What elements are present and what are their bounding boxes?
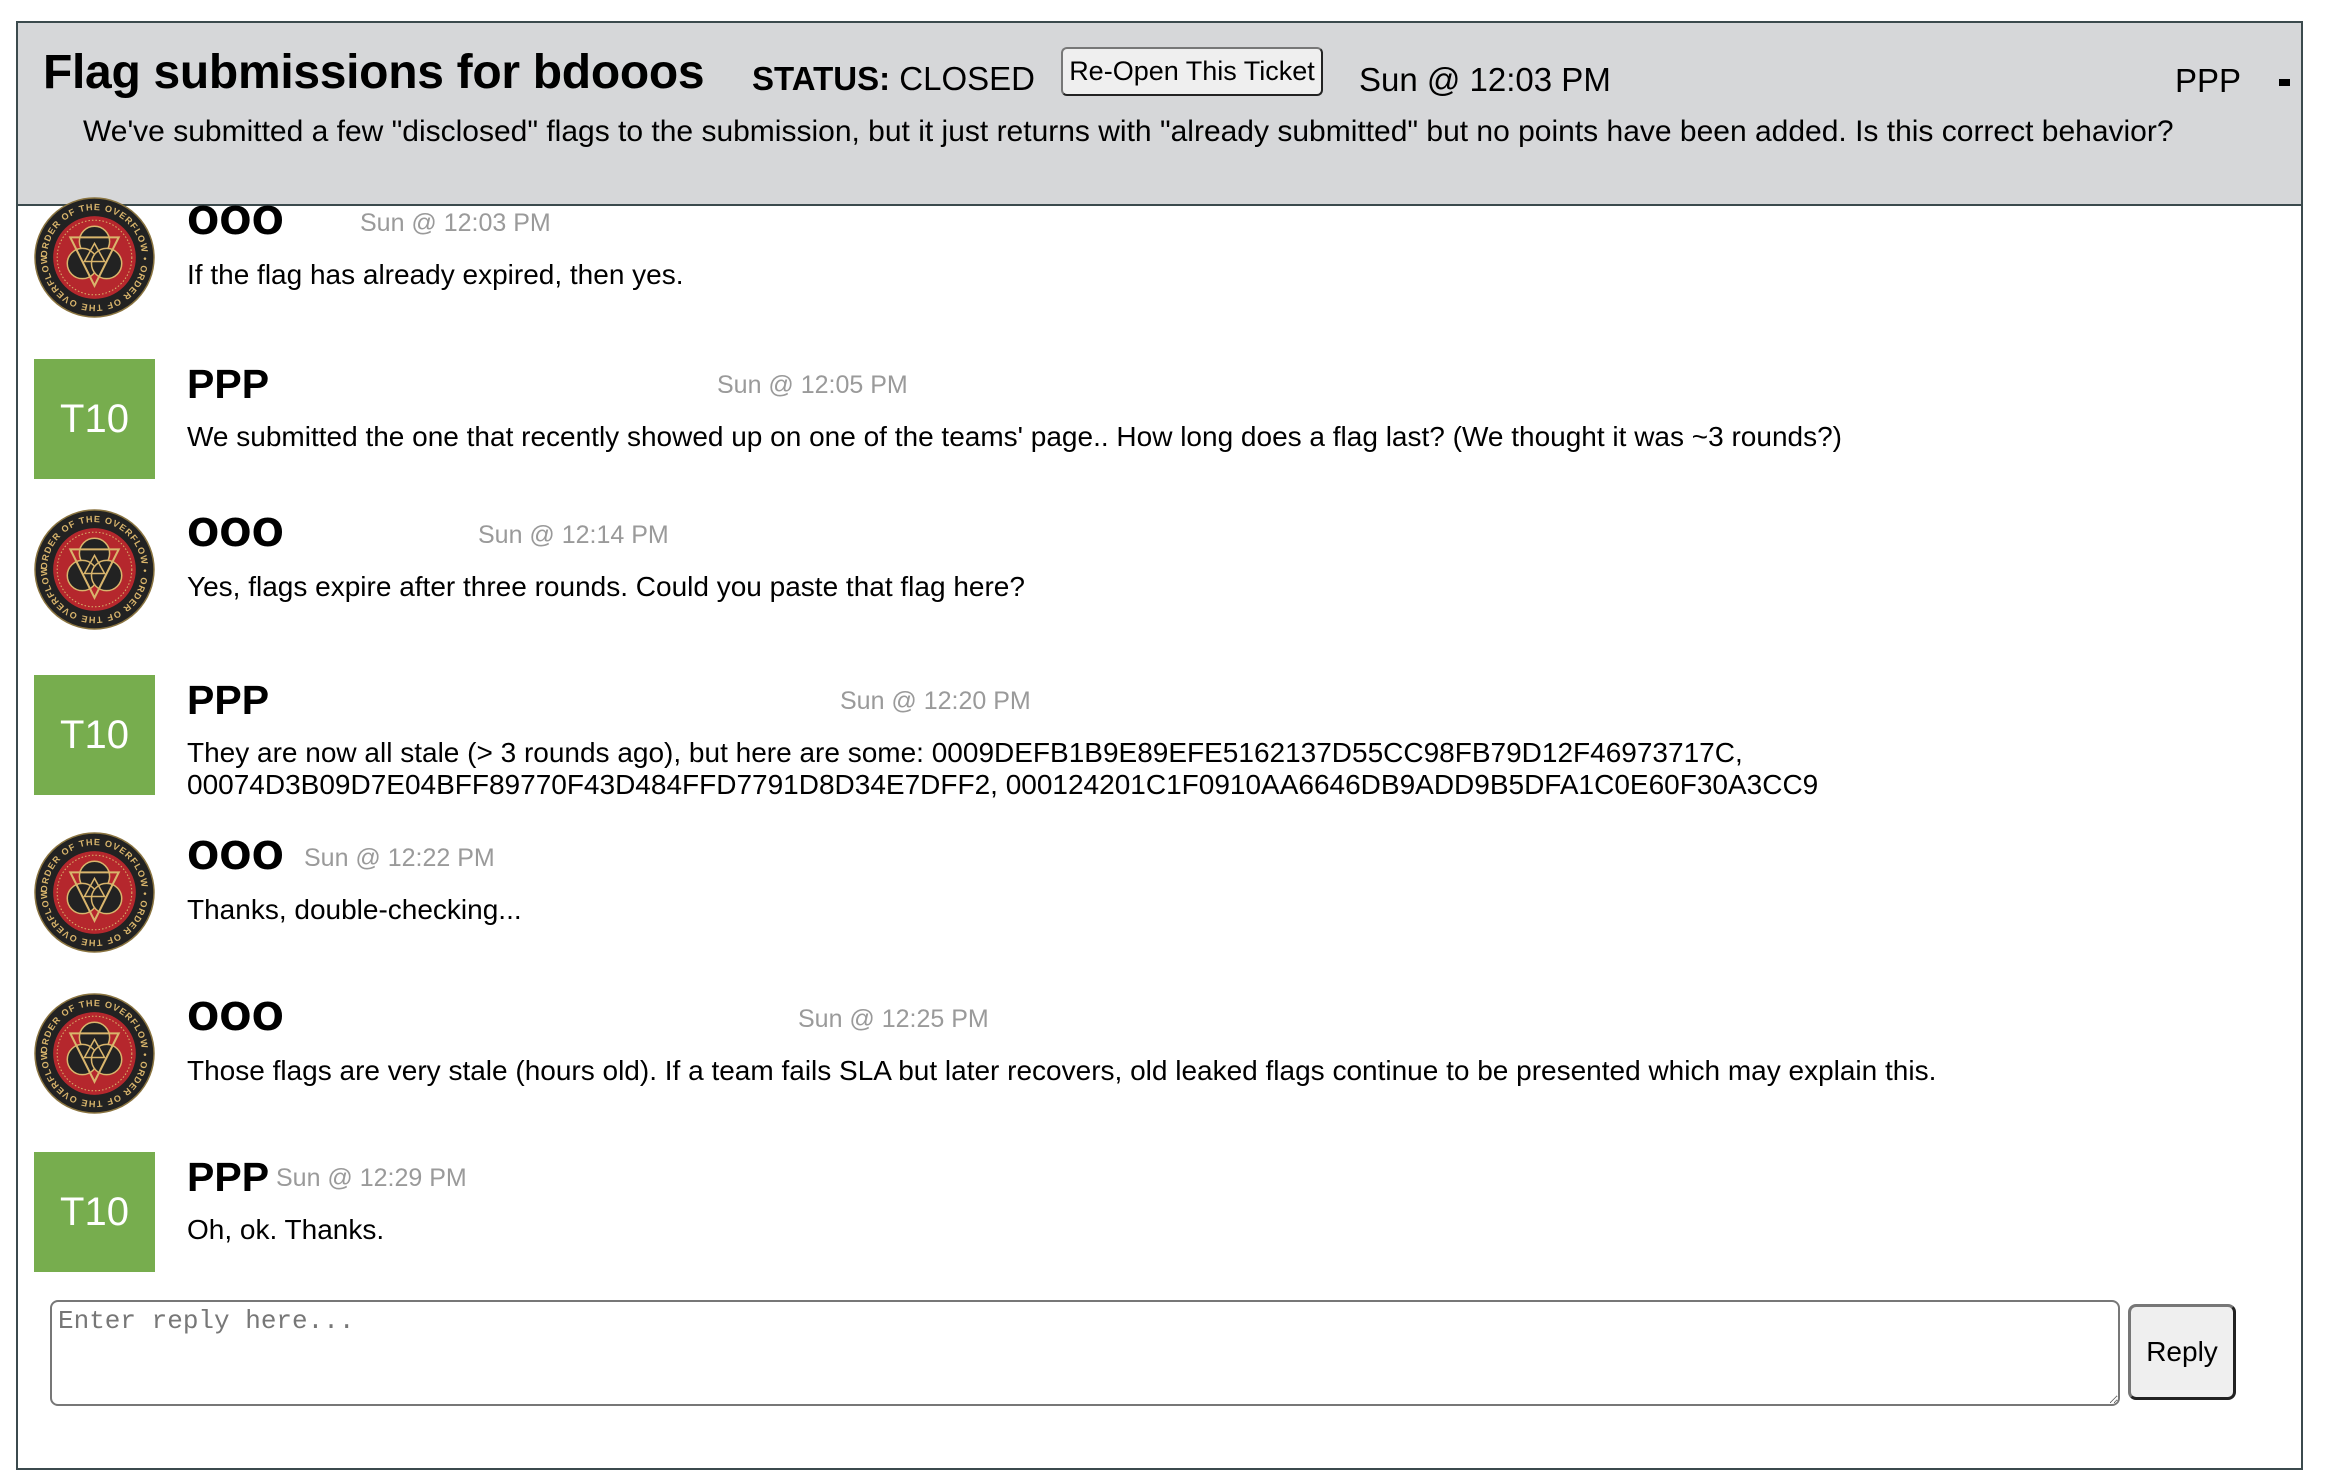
message-timestamp: Sun @ 12:22 PM: [304, 844, 495, 872]
message-item: T10 PPP Sun @ 12:29 PM Oh, ok. Thanks.: [16, 1152, 2216, 1282]
order-of-the-overflow-logo-icon: ORDER OF THE OVERFLOW • ORDER OF THE OVE…: [34, 832, 155, 953]
message-text: Yes, flags expire after three rounds. Co…: [187, 571, 1025, 602]
ticket-owner: PPP: [2175, 62, 2242, 99]
ticket-description: We've submitted a few "disclosed" flags …: [83, 115, 2174, 148]
message-text: If the flag has already expired, then ye…: [187, 259, 684, 290]
message-text: They are now all stale (> 3 rounds ago),…: [187, 737, 1819, 800]
message-author: PPP: [187, 361, 270, 407]
message-author: OOO: [187, 511, 284, 555]
team-avatar: T10: [34, 1152, 155, 1272]
status-value: CLOSED: [899, 60, 1035, 97]
message-text: Thanks, double-checking...: [187, 894, 522, 925]
message-author: OOO: [187, 995, 284, 1039]
ticket-status: STATUS: CLOSED: [752, 60, 1035, 98]
ticket-title: Flag submissions for bdooos: [43, 46, 705, 99]
message-text: We submitted the one that recently showe…: [187, 421, 1842, 452]
message-item: T10 PPP Sun @ 12:05 PM We submitted the one…: [16, 359, 2216, 489]
ticket-created-time: Sun @ 12:03 PM: [1359, 61, 1611, 98]
message-item: ORDER OF THE OVERFLOW • ORDER OF THE OVE…: [16, 197, 2216, 327]
team-avatar: T10: [34, 359, 155, 479]
message-timestamp: Sun @ 12:20 PM: [840, 687, 1031, 715]
team-avatar: T10: [34, 675, 155, 795]
message-item: ORDER OF THE OVERFLOW • ORDER OF THE OVE…: [16, 509, 2216, 639]
message-author: PPP: [187, 1154, 270, 1200]
message-timestamp: Sun @ 12:29 PM: [276, 1164, 467, 1192]
message-author: OOO: [187, 834, 284, 878]
reopen-ticket-button[interactable]: Re-Open This Ticket: [1061, 47, 1323, 96]
reply-input[interactable]: [50, 1300, 2120, 1406]
order-of-the-overflow-logo-icon: ORDER OF THE OVERFLOW • ORDER OF THE OVE…: [34, 509, 155, 630]
message-timestamp: Sun @ 12:03 PM: [360, 209, 551, 237]
message-timestamp: Sun @ 12:14 PM: [478, 521, 669, 549]
order-of-the-overflow-logo-icon: ORDER OF THE OVERFLOW • ORDER OF THE OVE…: [34, 993, 155, 1114]
message-author: OOO: [187, 199, 284, 243]
status-label: STATUS:: [752, 60, 891, 97]
message-timestamp: Sun @ 12:25 PM: [798, 1005, 989, 1033]
message-text: Oh, ok. Thanks.: [187, 1214, 385, 1245]
minus-icon[interactable]: [2279, 79, 2290, 86]
message-item: ORDER OF THE OVERFLOW • ORDER OF THE OVE…: [16, 993, 2216, 1123]
message-text: Those flags are very stale (hours old). …: [187, 1055, 1937, 1086]
order-of-the-overflow-logo-icon: ORDER OF THE OVERFLOW • ORDER OF THE OVE…: [34, 197, 155, 318]
ticket-header: Flag submissions for bdooos STATUS: CLOS…: [18, 23, 2301, 206]
reply-button[interactable]: Reply: [2128, 1304, 2236, 1400]
message-author: PPP: [187, 677, 270, 723]
message-item: T10 PPP Sun @ 12:20 PM They are now all sta…: [16, 675, 2216, 805]
message-item: ORDER OF THE OVERFLOW • ORDER OF THE OVE…: [16, 832, 2216, 962]
message-timestamp: Sun @ 12:05 PM: [717, 371, 908, 399]
